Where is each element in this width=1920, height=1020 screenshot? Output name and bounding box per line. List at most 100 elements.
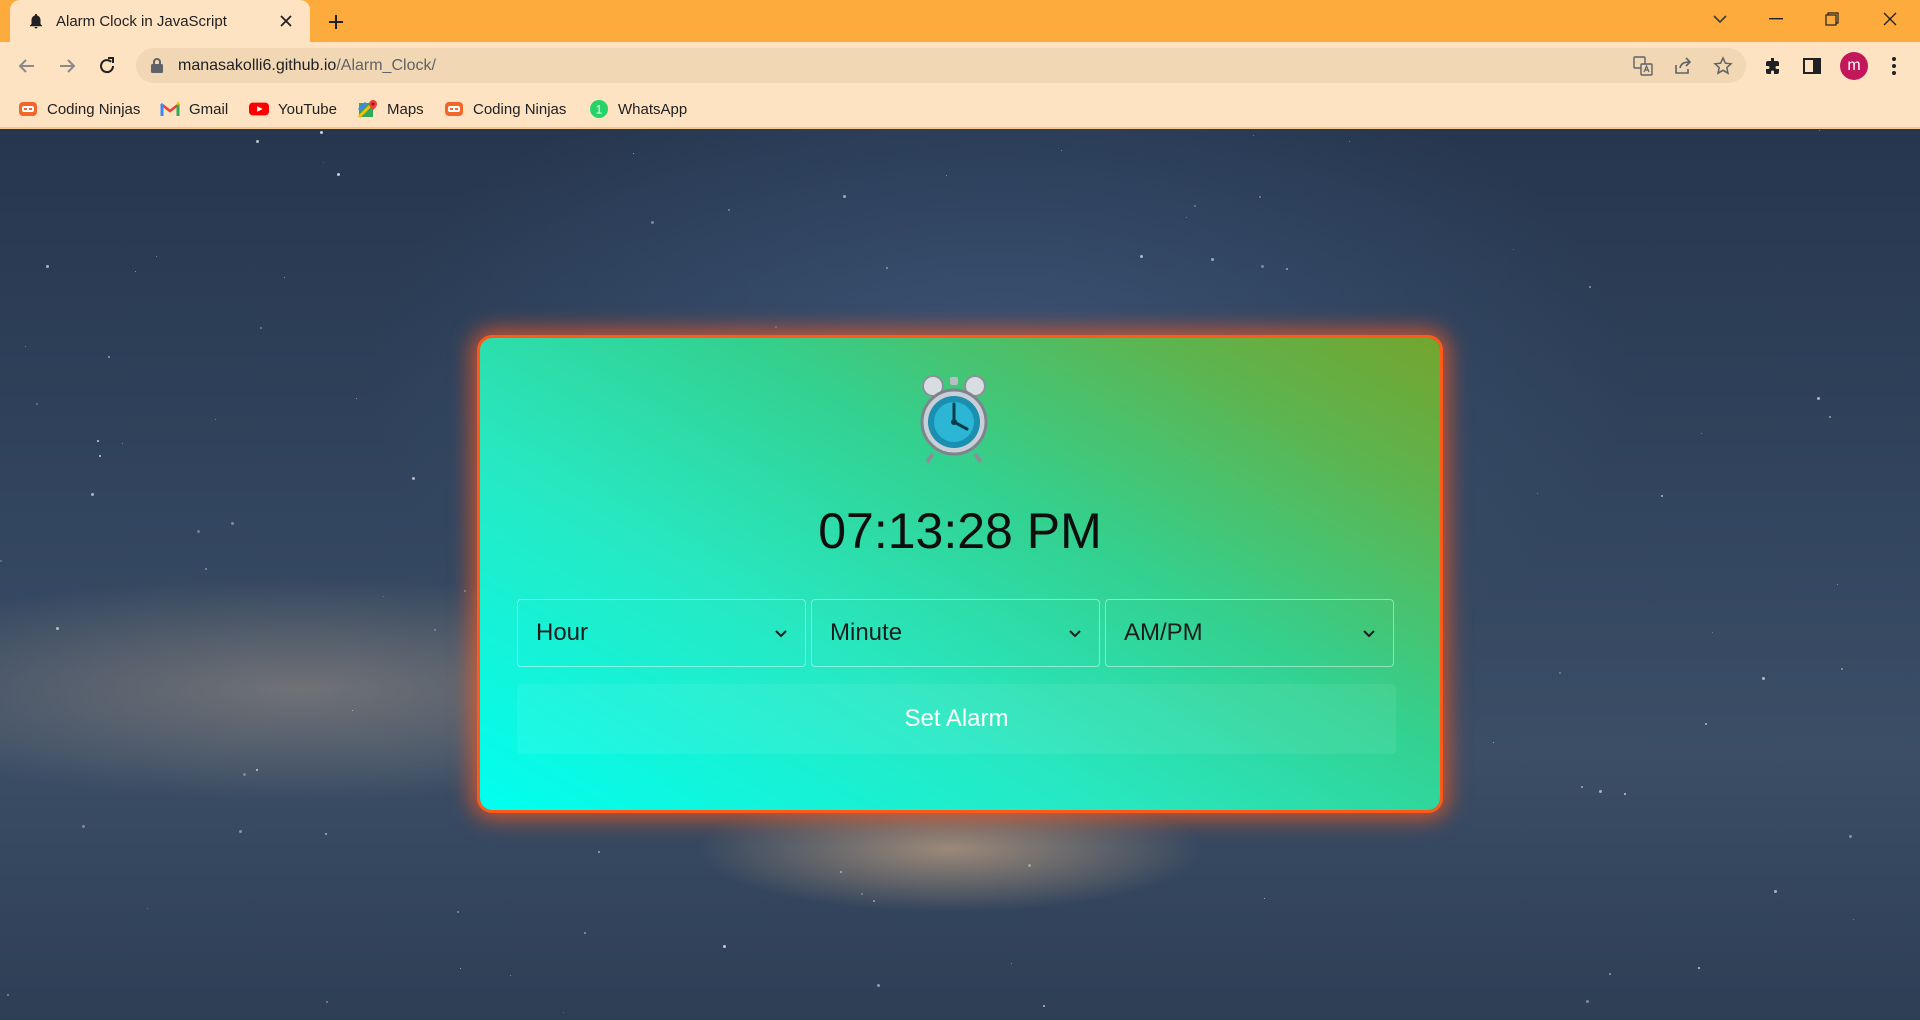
gmail-icon <box>160 99 180 119</box>
star <box>457 911 459 913</box>
close-tab-icon[interactable] <box>276 11 296 31</box>
star <box>1698 967 1700 969</box>
star <box>320 131 323 134</box>
star <box>108 356 110 358</box>
star <box>1011 963 1012 964</box>
star <box>205 568 207 570</box>
bookmark-coding-ninjas[interactable]: Coding Ninjas <box>18 98 140 120</box>
star <box>156 256 157 257</box>
close-window-button[interactable] <box>1862 0 1918 38</box>
star <box>1609 973 1611 975</box>
star <box>0 560 2 562</box>
minute-select-label: Minute <box>830 619 903 646</box>
bell-icon <box>26 11 46 31</box>
star <box>861 893 863 895</box>
star <box>1286 268 1288 270</box>
star <box>1849 835 1852 838</box>
page-background: 07:13:28 PM Hour Minute AM/PM Set Alarm <box>0 129 1920 1020</box>
share-icon[interactable] <box>1672 55 1694 77</box>
star <box>1661 495 1663 497</box>
translate-icon[interactable] <box>1632 55 1654 77</box>
bookmark-whatsapp[interactable]: 1 WhatsApp <box>589 98 687 120</box>
star <box>36 403 38 405</box>
tab-search-icon[interactable] <box>1692 0 1748 38</box>
browser-tab[interactable]: Alarm Clock in JavaScript <box>10 0 310 42</box>
bookmark-star-icon[interactable] <box>1712 55 1734 77</box>
tab-title: Alarm Clock in JavaScript <box>56 12 227 30</box>
star <box>256 769 258 771</box>
star <box>1493 742 1494 743</box>
star <box>122 443 123 444</box>
star <box>215 419 216 420</box>
star <box>1705 723 1707 725</box>
star <box>1624 793 1626 795</box>
reload-button[interactable] <box>91 50 123 82</box>
star <box>464 590 466 592</box>
bookmark-coding-ninjas-2[interactable]: Coding Ninjas <box>444 98 566 120</box>
star <box>1586 1000 1589 1003</box>
star <box>97 440 99 442</box>
star <box>434 629 436 631</box>
coding-ninjas-icon <box>444 99 464 119</box>
star <box>323 162 324 163</box>
lock-icon[interactable] <box>150 57 164 78</box>
star <box>775 326 777 328</box>
set-alarm-button[interactable]: Set Alarm <box>517 684 1396 754</box>
star <box>1513 249 1514 250</box>
star <box>383 596 384 597</box>
extensions-icon[interactable] <box>1761 54 1785 78</box>
minimize-button[interactable] <box>1748 0 1804 38</box>
star <box>197 530 200 533</box>
star <box>1853 919 1854 920</box>
star <box>352 710 353 711</box>
bookmark-maps[interactable]: Maps <box>358 98 424 120</box>
menu-kebab-icon[interactable] <box>1882 54 1906 78</box>
star <box>633 153 634 154</box>
star <box>239 830 242 833</box>
alarm-clock-icon <box>920 375 988 464</box>
star <box>231 522 234 525</box>
star <box>651 221 654 224</box>
svg-text:1: 1 <box>596 103 603 117</box>
back-button[interactable] <box>11 50 43 82</box>
star <box>1829 416 1831 418</box>
bookmark-youtube[interactable]: YouTube <box>249 98 337 120</box>
star <box>1043 1005 1045 1007</box>
tab-strip: Alarm Clock in JavaScript <box>0 0 1920 42</box>
star <box>256 140 259 143</box>
chevron-down-icon <box>1069 630 1081 638</box>
star <box>356 398 357 399</box>
restore-button[interactable] <box>1804 0 1860 38</box>
star <box>1559 672 1561 674</box>
browser-toolbar: manasakolli6.github.io/Alarm_Clock/ m <box>0 42 1920 89</box>
profile-avatar[interactable]: m <box>1840 52 1868 80</box>
star <box>1581 786 1583 788</box>
address-bar[interactable]: manasakolli6.github.io/Alarm_Clock/ <box>136 48 1746 83</box>
star <box>1762 677 1765 680</box>
star <box>325 833 327 835</box>
star <box>563 1012 564 1013</box>
minute-select[interactable]: Minute <box>811 599 1100 667</box>
new-tab-button[interactable] <box>323 9 349 35</box>
star <box>1349 141 1350 142</box>
forward-button[interactable] <box>51 50 83 82</box>
star <box>1701 433 1702 434</box>
ampm-select-label: AM/PM <box>1124 619 1203 646</box>
star <box>843 195 846 198</box>
star <box>135 271 136 272</box>
star <box>82 825 85 828</box>
star <box>1599 790 1602 793</box>
star <box>326 1001 328 1003</box>
hour-select[interactable]: Hour <box>517 599 806 667</box>
star <box>243 773 246 776</box>
star <box>1841 668 1843 670</box>
star <box>1537 493 1538 494</box>
bookmarks-bar: Coding Ninjas Gmail YouTube Maps Coding … <box>0 89 1920 128</box>
ampm-select[interactable]: AM/PM <box>1105 599 1394 667</box>
side-panel-icon[interactable] <box>1800 54 1824 78</box>
star <box>25 346 26 347</box>
star <box>91 493 94 496</box>
bookmark-gmail[interactable]: Gmail <box>160 98 228 120</box>
star <box>1774 890 1777 893</box>
star <box>56 627 59 630</box>
